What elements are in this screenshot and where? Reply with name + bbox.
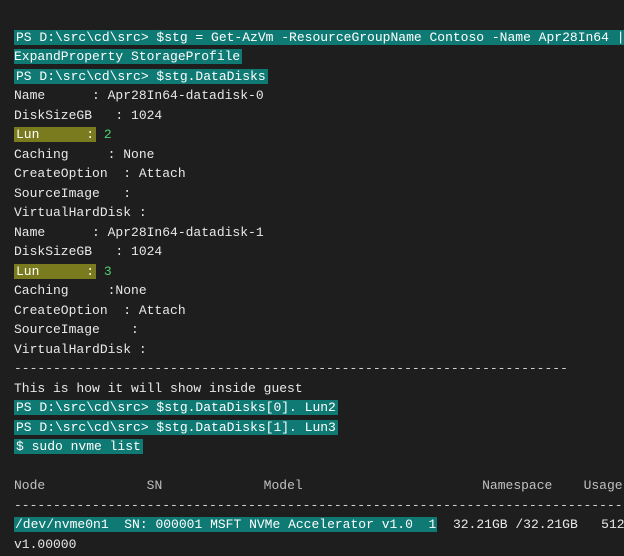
command-line-1[interactable]: PS D:\src\cd\src> $stg = Get-AzVm -Resou… [14, 30, 624, 65]
disk0-lun-label: Lun : [14, 127, 96, 142]
col-sn: SN [147, 478, 163, 493]
disk0-caching: Caching : None [14, 147, 154, 162]
disk1-source: SourceImage : [14, 322, 139, 337]
command-line-4[interactable]: PS D:\src\cd\src> $stg.DataDisks[1]. Lun… [14, 420, 338, 435]
disk0-vhd: VirtualHardDisk : [14, 205, 147, 220]
disk1-create: CreateOption : Attach [14, 303, 186, 318]
col-node: Node [14, 478, 45, 493]
command-line-2[interactable]: PS D:\src\cd\src> $stg.DataDisks [14, 69, 268, 84]
col-usage: Usage [584, 478, 623, 493]
col-model: Model [264, 478, 303, 493]
disk1-vhd: VirtualHardDisk : [14, 342, 147, 357]
disk1-size: DiskSizeGB : 1024 [14, 244, 162, 259]
disk0-name: Name : Apr28In64-datadisk-0 [14, 88, 264, 103]
disk1-name: Name : Apr28In64-datadisk-1 [14, 225, 264, 240]
col-namespace: Namespace [482, 478, 552, 493]
guest-note: This is how it will show inside guest [14, 381, 303, 396]
terminal-output: PS D:\src\cd\src> $stg = Get-AzVm -Resou… [0, 0, 624, 556]
nvme-header-row: Node SN Model Namespace Usage Format FW … [14, 478, 624, 493]
command-line-3[interactable]: PS D:\src\cd\src> $stg.DataDisks[0]. Lun… [14, 400, 338, 415]
disk0-lun-value: 2 [96, 127, 112, 142]
disk0-create: CreateOption : Attach [14, 166, 186, 181]
disk0-source: SourceImage : [14, 186, 131, 201]
disk1-lun-value: 3 [96, 264, 112, 279]
divider-1: ----------------------------------------… [14, 361, 568, 376]
disk1-caching: Caching :None [14, 283, 147, 298]
disk1-lun-label: Lun : [14, 264, 96, 279]
nvme-row-0-main: /dev/nvme0n1 SN: 000001 MSFT NVMe Accele… [14, 517, 437, 532]
nvme-row-0: /dev/nvme0n1 SN: 000001 MSFT NVMe Accele… [14, 517, 624, 552]
command-line-5[interactable]: $ sudo nvme list [14, 439, 143, 454]
divider-2: ----------------------------------------… [14, 498, 624, 513]
disk0-size: DiskSizeGB : 1024 [14, 108, 162, 123]
